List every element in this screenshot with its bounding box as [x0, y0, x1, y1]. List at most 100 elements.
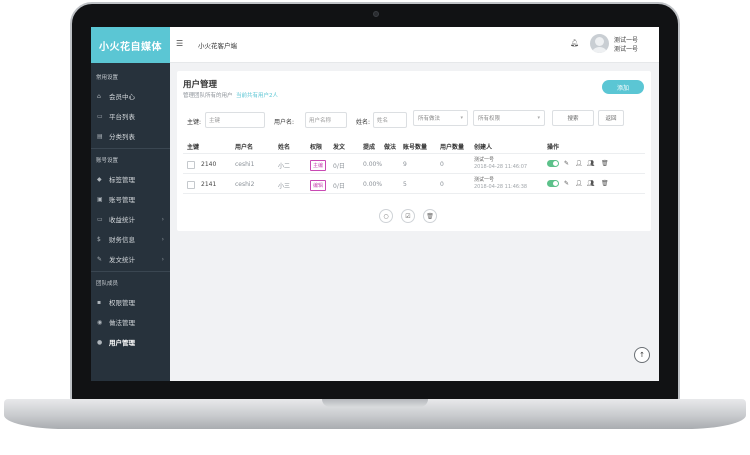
users-icon[interactable]: 👥︎ — [587, 180, 595, 187]
sidebar-item-user-management[interactable]: ● 用户管理 — [91, 332, 170, 352]
page-subtitle-text: 管理团队所有的用户 — [183, 93, 233, 99]
laptop-notch — [322, 399, 428, 407]
status-toggle[interactable] — [547, 160, 559, 167]
bell-icon[interactable]: 🔔︎ — [570, 39, 579, 47]
user-shield-icon: ◉ — [97, 318, 103, 326]
role-badge: 编辑 — [310, 180, 327, 191]
col-header-users: 用户数量 — [440, 144, 465, 151]
sidebar-item-account-management[interactable]: ▣ 账号管理 — [91, 189, 170, 209]
method-select-value: 所有做法 — [418, 116, 441, 122]
sidebar-item-platform-list[interactable]: ▭ 平台列表 — [91, 106, 170, 126]
status-toggle[interactable] — [547, 180, 559, 187]
cell-commission: 0.00% — [363, 181, 383, 188]
name-filter-input[interactable]: 姓名 — [373, 112, 407, 128]
col-header-creator: 创建人 — [474, 144, 493, 151]
circle-icon: ○ — [383, 212, 389, 220]
top-bar: ☰ 小火花客户端 🔔︎ 测试一号 测试一号 — [170, 27, 659, 63]
sidebar-item-label: 权限管理 — [109, 299, 135, 307]
user-icon: ● — [97, 338, 103, 346]
add-user-button[interactable]: 添加 — [602, 80, 644, 94]
sidebar-item-permission-management[interactable]: ▪ 权限管理 — [91, 292, 170, 312]
created-time: 2018-04-28 11:46:38 — [474, 184, 528, 190]
chevron-right-icon: › — [161, 255, 164, 263]
avatar[interactable] — [590, 34, 609, 53]
sidebar-item-member-center[interactable]: ⌂ 会员中心 — [91, 86, 170, 106]
cell-id: 2141 — [201, 181, 217, 188]
sidebar-item-label: 发文统计 — [109, 256, 135, 264]
sidebar-item-finance-info[interactable]: $ 财务信息 › — [91, 229, 170, 249]
cell-username: ceshi1 — [235, 161, 255, 168]
camera-icon — [373, 11, 379, 17]
hamburger-menu-icon[interactable]: ☰ — [176, 39, 184, 48]
sidebar-item-category-list[interactable]: ▤ 分类列表 — [91, 126, 170, 146]
row-checkbox[interactable] — [187, 161, 195, 169]
user-count-text: 当前共有用户2人 — [236, 93, 279, 99]
trash-icon[interactable]: 🗑︎ — [601, 160, 609, 167]
delete-selected-button[interactable]: 🗑︎ — [423, 209, 437, 223]
username-filter-input[interactable]: 用户名称 — [305, 112, 347, 128]
col-header-role: 权限 — [310, 144, 323, 151]
user-add-icon[interactable]: 👤︎ — [575, 180, 583, 187]
sidebar-item-post-stats[interactable]: ✎ 发文统计 › — [91, 249, 170, 269]
id-filter-label: 主键: — [187, 119, 202, 126]
cell-users: 0 — [440, 161, 444, 168]
trash-icon[interactable]: 🗑︎ — [601, 180, 609, 187]
laptop-frame: 小火花自媒体 常用设置 ⌂ 会员中心 ▭ 平台列表 ▤ 分类列表 账号设置 ◆ … — [0, 0, 750, 455]
monitor-icon: ▭ — [97, 112, 103, 120]
trash-icon: 🗑︎ — [426, 212, 434, 220]
role-badge: 主编 — [310, 160, 327, 171]
sidebar-item-label: 标签管理 — [109, 176, 135, 184]
sidebar-item-label: 收益统计 — [109, 216, 135, 224]
col-header-commission: 提成 — [363, 144, 376, 151]
col-header-accounts: 账号数量 — [403, 144, 428, 151]
sidebar-item-label: 财务信息 — [109, 236, 135, 244]
col-header-method: 做法 — [384, 144, 397, 151]
dollar-icon: $ — [97, 235, 101, 243]
check-square-button[interactable]: ☑ — [401, 209, 415, 223]
cell-users: 0 — [440, 181, 444, 188]
user-name[interactable]: 测试一号 — [614, 35, 638, 44]
username-filter-label: 用户名: — [274, 119, 295, 126]
sidebar-section-title: 账号设置 — [96, 158, 119, 164]
sidebar-item-revenue-stats[interactable]: ▭ 收益统计 › — [91, 209, 170, 229]
chevron-right-icon: › — [161, 235, 164, 243]
col-header-posts: 发文 — [333, 144, 346, 151]
sidebar-item-label: 账号管理 — [109, 196, 135, 204]
row-checkbox[interactable] — [187, 181, 195, 189]
permission-select-value: 所有权限 — [478, 116, 501, 122]
sidebar-item-method-management[interactable]: ◉ 做法管理 — [91, 312, 170, 332]
breadcrumb: 小火花客户端 — [198, 42, 237, 50]
cell-accounts: 9 — [403, 161, 407, 168]
sidebar-divider — [91, 148, 170, 149]
search-button[interactable]: 搜索 — [552, 110, 594, 126]
cell-name: 小三 — [278, 183, 291, 190]
cell-creator: 测试一号 2018-04-28 11:46:07 — [474, 157, 527, 171]
col-header-username: 用户名 — [235, 144, 254, 151]
chevron-down-icon: ▾ — [537, 115, 540, 121]
scroll-to-top-button[interactable]: ↑ — [634, 347, 650, 363]
edit-square-icon: ✎ — [97, 255, 103, 263]
id-filter-input[interactable]: 主键 — [205, 112, 265, 128]
method-select[interactable]: 所有做法 ▾ — [413, 110, 468, 126]
user-role: 测试一号 — [614, 46, 639, 53]
edit-icon[interactable]: ✎ — [564, 180, 569, 187]
creator-name: 测试一号 — [474, 157, 495, 163]
home-icon: ⌂ — [97, 92, 101, 100]
sidebar-item-tag-management[interactable]: ◆ 标签管理 — [91, 169, 170, 189]
sidebar-section-title: 团队成员 — [96, 281, 119, 287]
back-button[interactable]: 返回 — [598, 110, 624, 126]
cell-posts: 0/日 — [333, 183, 345, 190]
sidebar-divider — [91, 271, 170, 272]
edit-icon[interactable]: ✎ — [564, 160, 569, 167]
cell-name: 小二 — [278, 163, 291, 170]
permission-select[interactable]: 所有权限 ▾ — [473, 110, 545, 126]
page-subtitle: 管理团队所有的用户 当前共有用户2人 — [183, 91, 278, 99]
user-add-icon[interactable]: 👤︎ — [575, 160, 583, 167]
circle-icon-button[interactable]: ○ — [379, 209, 393, 223]
page-title: 用户管理 — [183, 80, 218, 90]
users-icon[interactable]: 👥︎ — [587, 160, 595, 167]
sidebar: 小火花自媒体 常用设置 ⌂ 会员中心 ▭ 平台列表 ▤ 分类列表 账号设置 ◆ … — [91, 27, 170, 381]
created-time: 2018-04-28 11:46:07 — [474, 164, 528, 170]
sidebar-item-label: 用户管理 — [109, 339, 135, 347]
briefcase-icon: ▪ — [97, 298, 102, 306]
